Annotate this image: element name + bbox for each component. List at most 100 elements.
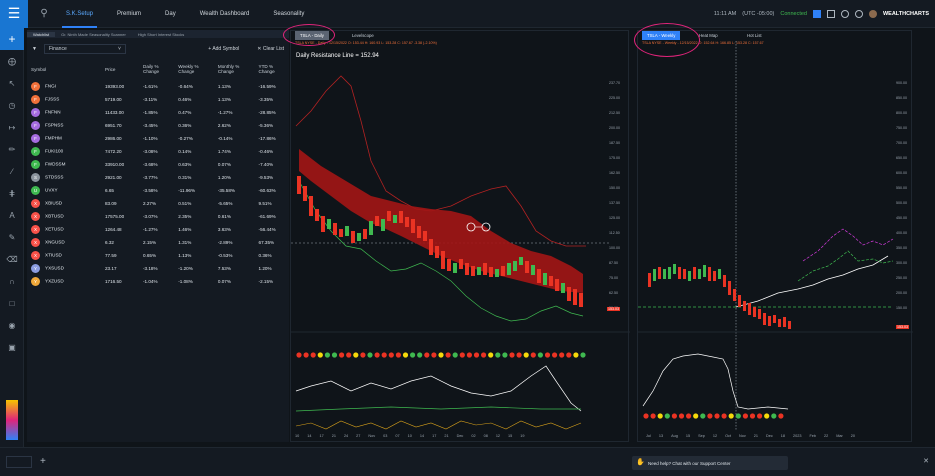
symbol-cell[interactable]: F FWDSSM	[27, 158, 101, 171]
daily-change-cell: -3.07%	[143, 214, 158, 219]
ytd-change-cell: -3.35%	[258, 97, 274, 102]
table-row[interactable]: Y YXZUSD 1716.50 -1.04% -1.08% 0.07% -2.1…	[27, 275, 289, 288]
price-tick: 900.00	[896, 81, 907, 85]
table-row[interactable]: X XTIUSD 77.59 0.65% 1.13% -0.53% 0.36%	[27, 249, 289, 262]
tab-seasonality-scanner[interactable]: Gr. Ninth Made Seasonality Scanner	[55, 32, 132, 37]
symbol-cell[interactable]: U UVXY	[27, 184, 101, 197]
search-icon[interactable]: ⚲	[34, 8, 54, 19]
daily-price-chart[interactable]	[291, 31, 630, 443]
workspace-tab[interactable]	[6, 456, 32, 468]
table-row[interactable]: F FNGI 19393.00 -1.61% -0.64% 1.13% -16.5…	[27, 80, 289, 93]
tab-watchlist[interactable]: Watchlist	[27, 31, 56, 37]
tab-premium[interactable]: Premium	[105, 0, 153, 28]
brush-icon[interactable]: ✏	[0, 138, 24, 160]
symbol-cell[interactable]: X XBIUSD	[27, 197, 101, 210]
symbol-cell[interactable]: F FJSSS	[27, 93, 101, 106]
table-row[interactable]: F FNFNN 11433.00 -1.85% 0.47% -1.27% -28.…	[27, 106, 289, 119]
col-ytd[interactable]: YTD % Change	[255, 58, 289, 80]
pencil-icon[interactable]: ✎	[0, 226, 24, 248]
magnet-icon[interactable]: ∩	[0, 270, 24, 292]
col-price[interactable]: Price	[101, 58, 139, 80]
col-weekly[interactable]: Weekly % Change	[174, 58, 214, 80]
add-icon[interactable]: +	[0, 28, 24, 50]
symbol-cell[interactable]: X XNGUSD	[27, 236, 101, 249]
tab-wealth-dashboard[interactable]: Wealth Dashboard	[188, 0, 262, 28]
support-toast[interactable]: ✋ Need help? Chat with our Support Cente…	[632, 456, 788, 470]
add-workspace-icon[interactable]: +	[40, 456, 46, 467]
help-icon[interactable]	[854, 10, 863, 18]
signal-dot	[735, 413, 741, 419]
table-row[interactable]: X XBTUSD 17575.00 -3.07% 2.35% 0.61% -61.…	[27, 210, 289, 223]
price-tick: 137.50	[609, 201, 620, 205]
col-monthly[interactable]: Monthly % Change	[214, 58, 255, 80]
table-row[interactable]: Y YXSUSD 23.17 -3.18% -1.20% 7.53% 1.20%	[27, 262, 289, 275]
trash-icon[interactable]: ▣	[0, 336, 24, 358]
symbol-cell[interactable]: F FUKI100	[27, 145, 101, 158]
symbol-cell[interactable]: F FNFNN	[27, 106, 101, 119]
symbol-cell[interactable]: X XETUSD	[27, 223, 101, 236]
table-row[interactable]: X XNGUSD 6.32 2.15% 1.31% -2.89% 67.35%	[27, 236, 289, 249]
layout-icon[interactable]	[826, 10, 835, 18]
clock-icon[interactable]: ◷	[0, 94, 24, 116]
col-daily[interactable]: Daily % Change	[139, 58, 174, 80]
table-row[interactable]: F FSPNSS 6951.70 -3.45% 0.36% 2.62% -5.36…	[27, 119, 289, 132]
eye-icon[interactable]: ◉	[0, 314, 24, 336]
table-row[interactable]: F FJSSS 5719.00 -3.11% 0.46% 1.13% -3.35%	[27, 93, 289, 106]
drawing-toolbar: + ⨁ ↖ ◷ ↦ ✏ ∕ ⋕ A ✎ ⌫ ∩ □ ◉ ▣	[0, 28, 24, 476]
settings-icon[interactable]	[840, 10, 849, 18]
trendline-icon[interactable]: ∕	[0, 160, 24, 182]
signal-dot	[509, 352, 515, 358]
table-row[interactable]: F FWDSSM 33910.00 -3.68% 0.63% 0.07% -7.4…	[27, 158, 289, 171]
table-row[interactable]: F FUKI100 7472.20 -3.08% 0.14% 1.74% -0.4…	[27, 145, 289, 158]
symbol-cell[interactable]: F FSPNSS	[27, 119, 101, 132]
color-palette[interactable]	[6, 400, 18, 440]
filter-icon[interactable]: ▼	[32, 46, 37, 52]
tab-day[interactable]: Day	[153, 0, 188, 28]
table-row[interactable]: U UVXY 6.65 -3.58% -11.96% -35.58% -60.63…	[27, 184, 289, 197]
eraser-icon[interactable]: ⌫	[0, 248, 24, 270]
table-row[interactable]: F FMPHM 2986.00 -1.10% -0.27% -0.14% -17.…	[27, 132, 289, 145]
lock-icon[interactable]: □	[0, 292, 24, 314]
symbol-cell[interactable]: X XBTUSD	[27, 210, 101, 223]
text-icon[interactable]: A	[0, 204, 24, 226]
symbol-cell[interactable]: X XTIUSD	[27, 249, 101, 262]
save-icon[interactable]	[812, 10, 821, 18]
signal-dot	[438, 352, 444, 358]
x-tick: 22	[824, 434, 829, 438]
signal-dot	[445, 352, 451, 358]
symbol-cell[interactable]: F FMPHM	[27, 132, 101, 145]
signal-dot	[757, 413, 763, 419]
crosshair-icon[interactable]: ⨁	[0, 50, 24, 72]
signal-dot	[707, 413, 713, 419]
weekly-price-chart[interactable]	[638, 31, 913, 443]
add-symbol-button[interactable]: + Add Symbol	[208, 46, 239, 52]
symbol-cell[interactable]: S STDSSS	[27, 171, 101, 184]
weekly-change-cell: 0.51%	[178, 201, 192, 206]
x-tick: 20	[850, 434, 856, 438]
timezone[interactable]: (UTC -05:00)	[742, 11, 774, 17]
tab-high-short-interest[interactable]: High Short Interest Stocks	[132, 32, 190, 37]
symbol-cell[interactable]: F FNGI	[27, 80, 101, 93]
clear-list-button[interactable]: ✕ Clear List	[257, 46, 284, 52]
weekly-change-cell: 0.36%	[178, 123, 192, 128]
signal-dot	[431, 352, 437, 358]
home-icon[interactable]: ☰	[0, 0, 28, 28]
close-icon[interactable]: ✕	[923, 457, 929, 465]
weekly-change-cell: -11.96%	[178, 188, 196, 193]
tab-sk-setup[interactable]: S.K.Setup	[54, 0, 105, 28]
avatar[interactable]	[868, 10, 877, 18]
table-row[interactable]: X XBIUSD 83.09 2.27% 0.51% -5.65% 9.51%	[27, 197, 289, 210]
chart-daily[interactable]: TSLA - Daily Levelscope TSLA NYSE - Dail…	[290, 30, 630, 443]
measure-icon[interactable]: ↦	[0, 116, 24, 138]
table-row[interactable]: X XETUSD 1264.48 -1.27% 1.46% 3.63% -56.4…	[27, 223, 289, 236]
table-row[interactable]: S STDSSS 2921.00 -3.77% 0.31% 1.20% -9.53…	[27, 171, 289, 184]
x-tick: 02	[471, 434, 476, 438]
chart-weekly[interactable]: TSLA - Weekly Heat Map Hot List TSLA NYS…	[637, 30, 913, 443]
symbol-cell[interactable]: Y YXSUSD	[27, 262, 101, 275]
cursor-icon[interactable]: ↖	[0, 72, 24, 94]
col-symbol[interactable]: Symbol	[27, 58, 101, 80]
fork-icon[interactable]: ⋕	[0, 182, 24, 204]
symbol-cell[interactable]: Y YXZUSD	[27, 275, 101, 288]
watchlist-select[interactable]: Finance ˅	[43, 43, 126, 54]
x-axis-weekly: Jul 13 Aug 15 Sep 12 Oct Nov 21 Dec 18 2023 Feb 22 Mar…	[646, 434, 855, 438]
